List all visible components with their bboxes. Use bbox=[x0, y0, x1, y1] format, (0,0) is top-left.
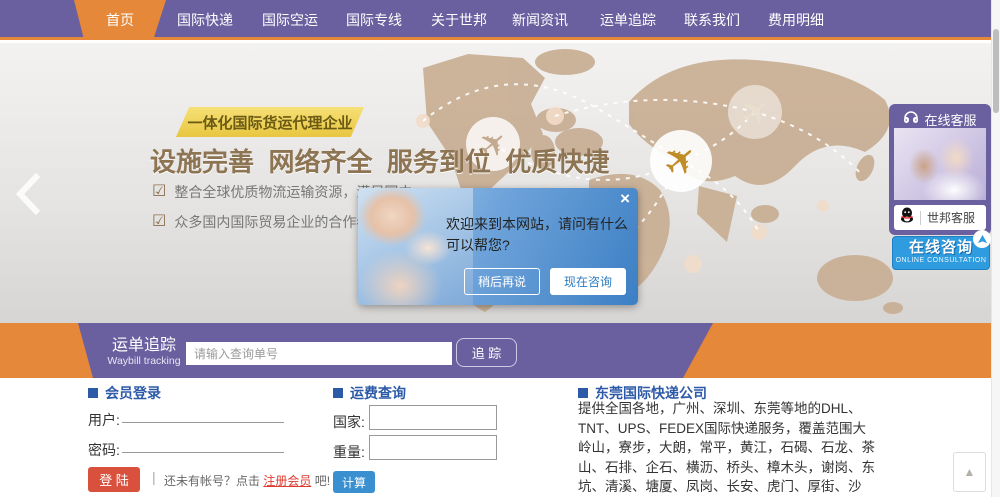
carousel-prev-icon[interactable] bbox=[14, 171, 50, 219]
later-button[interactable]: 稍后再说 bbox=[463, 268, 540, 295]
hero-badge-label: 一体化国际货运代理企业 bbox=[187, 114, 353, 132]
password-input[interactable] bbox=[122, 433, 284, 453]
scroll-to-top-button[interactable]: ▲ bbox=[953, 452, 986, 492]
nav-item-about[interactable]: 关于世邦 bbox=[431, 0, 487, 40]
section-marker bbox=[578, 388, 588, 398]
hero-badge: 一体化国际货运代理企业 bbox=[176, 107, 364, 137]
login-section-header: 会员登录 bbox=[88, 383, 161, 403]
country-label: 国家: bbox=[333, 414, 365, 430]
nav-item-news[interactable]: 新闻资讯 bbox=[512, 0, 568, 40]
up-arrow-icon: ▲ bbox=[963, 465, 976, 479]
nav-item-label: 首页 bbox=[106, 12, 134, 28]
password-label: 密码: bbox=[88, 442, 120, 458]
weight-label: 重量: bbox=[333, 444, 365, 460]
nav-item-waybill-tracking[interactable]: 运单追踪 bbox=[600, 0, 656, 40]
page-scrollbar bbox=[991, 0, 1000, 497]
bottom-section: 会员登录 用户: 密码: 登 陆 | 还未有帐号？点击 注册会员 吧! 运费查询… bbox=[0, 378, 1000, 497]
freight-section-title: 运费查询 bbox=[350, 385, 406, 401]
tracking-label: 运单追踪 Waybill tracking bbox=[100, 331, 188, 367]
nav-item-intl-air[interactable]: 国际空运 bbox=[262, 0, 318, 40]
hero-headline: 设施完善 网络齐全 服务到位 优质快捷 bbox=[150, 147, 610, 177]
qq-contact-row[interactable]: 世邦客服 bbox=[894, 205, 986, 230]
popup-message: 欢迎来到本网站，请问有什么可以帮您? bbox=[446, 216, 628, 253]
headset-icon bbox=[903, 111, 919, 128]
waybill-tracking-band: 运单追踪 Waybill tracking 追 踪 bbox=[0, 323, 1000, 378]
tracking-title: 运单追踪 bbox=[111, 337, 176, 354]
divider: | bbox=[152, 469, 156, 485]
weight-input[interactable] bbox=[369, 435, 497, 460]
close-icon[interactable]: × bbox=[620, 190, 630, 207]
welcome-chat-popup: × 欢迎来到本网站，请问有什么可以帮您? 稍后再说 现在咨询 bbox=[358, 188, 638, 305]
user-label: 用户: bbox=[88, 412, 120, 428]
register-hint-after: 吧! bbox=[311, 474, 331, 488]
nav-item-fees[interactable]: 费用明细 bbox=[768, 0, 824, 40]
calculate-button[interactable]: 计算 bbox=[333, 471, 375, 493]
nav-item-contact[interactable]: 联系我们 bbox=[684, 0, 740, 40]
company-description: 提供全国各地，广州、深圳、东莞等地的DHL、TNT、UPS、FEDEX国际快递服… bbox=[578, 401, 875, 494]
username-input[interactable] bbox=[122, 403, 284, 423]
check-icon: ☑ bbox=[152, 213, 167, 230]
online-consultation-button[interactable]: 在线咨询 ONLINE CONSULTATION bbox=[892, 230, 991, 270]
divider bbox=[920, 210, 921, 225]
consult-now-button[interactable]: 现在咨询 bbox=[549, 268, 626, 295]
qq-contact-label: 世邦客服 bbox=[927, 211, 976, 225]
online-service-panel: 在线客服 世邦客服 bbox=[889, 104, 991, 235]
service-panel-title: 在线客服 bbox=[924, 113, 977, 128]
section-marker bbox=[333, 388, 343, 398]
nav-item-home[interactable]: 首页 bbox=[74, 0, 166, 40]
register-hint: 还未有帐号？点击 注册会员 吧! bbox=[164, 472, 330, 489]
scrollbar-thumb[interactable] bbox=[993, 29, 999, 113]
tracking-number-input[interactable] bbox=[186, 342, 452, 365]
check-icon: ☑ bbox=[152, 183, 167, 200]
chat-bubble-icon bbox=[973, 230, 991, 248]
qq-icon bbox=[900, 207, 914, 228]
login-button[interactable]: 登 陆 bbox=[88, 467, 140, 492]
freight-section-header: 运费查询 bbox=[333, 383, 406, 403]
login-section-title: 会员登录 bbox=[105, 385, 161, 401]
register-link[interactable]: 注册会员 bbox=[263, 474, 311, 488]
country-input[interactable] bbox=[369, 405, 497, 430]
section-marker bbox=[88, 388, 98, 398]
top-navbar: 首页 国际快递 国际空运 国际专线 关于世邦 新闻资讯 运单追踪 联系我们 费用… bbox=[0, 0, 1000, 40]
nav-item-intl-line[interactable]: 国际专线 bbox=[346, 0, 402, 40]
nav-item-intl-express[interactable]: 国际快递 bbox=[177, 0, 233, 40]
register-hint-before: 还未有帐号？点击 bbox=[164, 474, 264, 488]
consultation-subtitle: ONLINE CONSULTATION bbox=[895, 257, 987, 264]
tracking-subtitle: Waybill tracking bbox=[107, 355, 181, 367]
track-button[interactable]: 追 踪 bbox=[456, 338, 517, 367]
service-team-photo bbox=[894, 128, 986, 200]
